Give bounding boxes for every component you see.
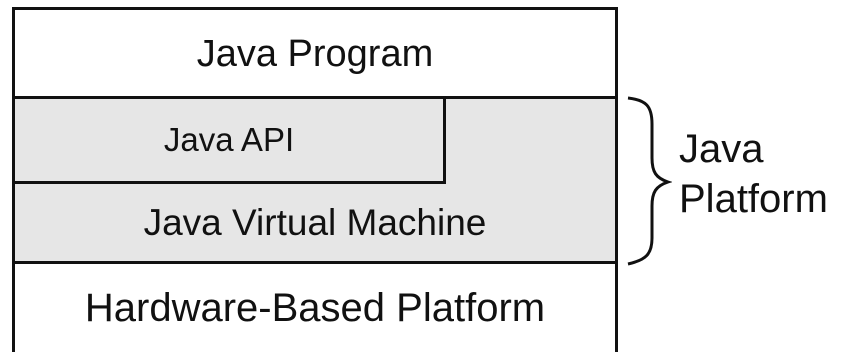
java-platform-diagram: Java Program Java API Java Virtual Machi… (0, 0, 866, 352)
platform-bottom-divider (12, 261, 618, 264)
java-platform-label: Java Platform (679, 124, 828, 224)
java-platform-label-line1: Java (679, 127, 764, 171)
java-platform-label-line2: Platform (679, 177, 828, 221)
curly-brace-icon (627, 96, 672, 266)
java-api-outline (12, 96, 446, 184)
